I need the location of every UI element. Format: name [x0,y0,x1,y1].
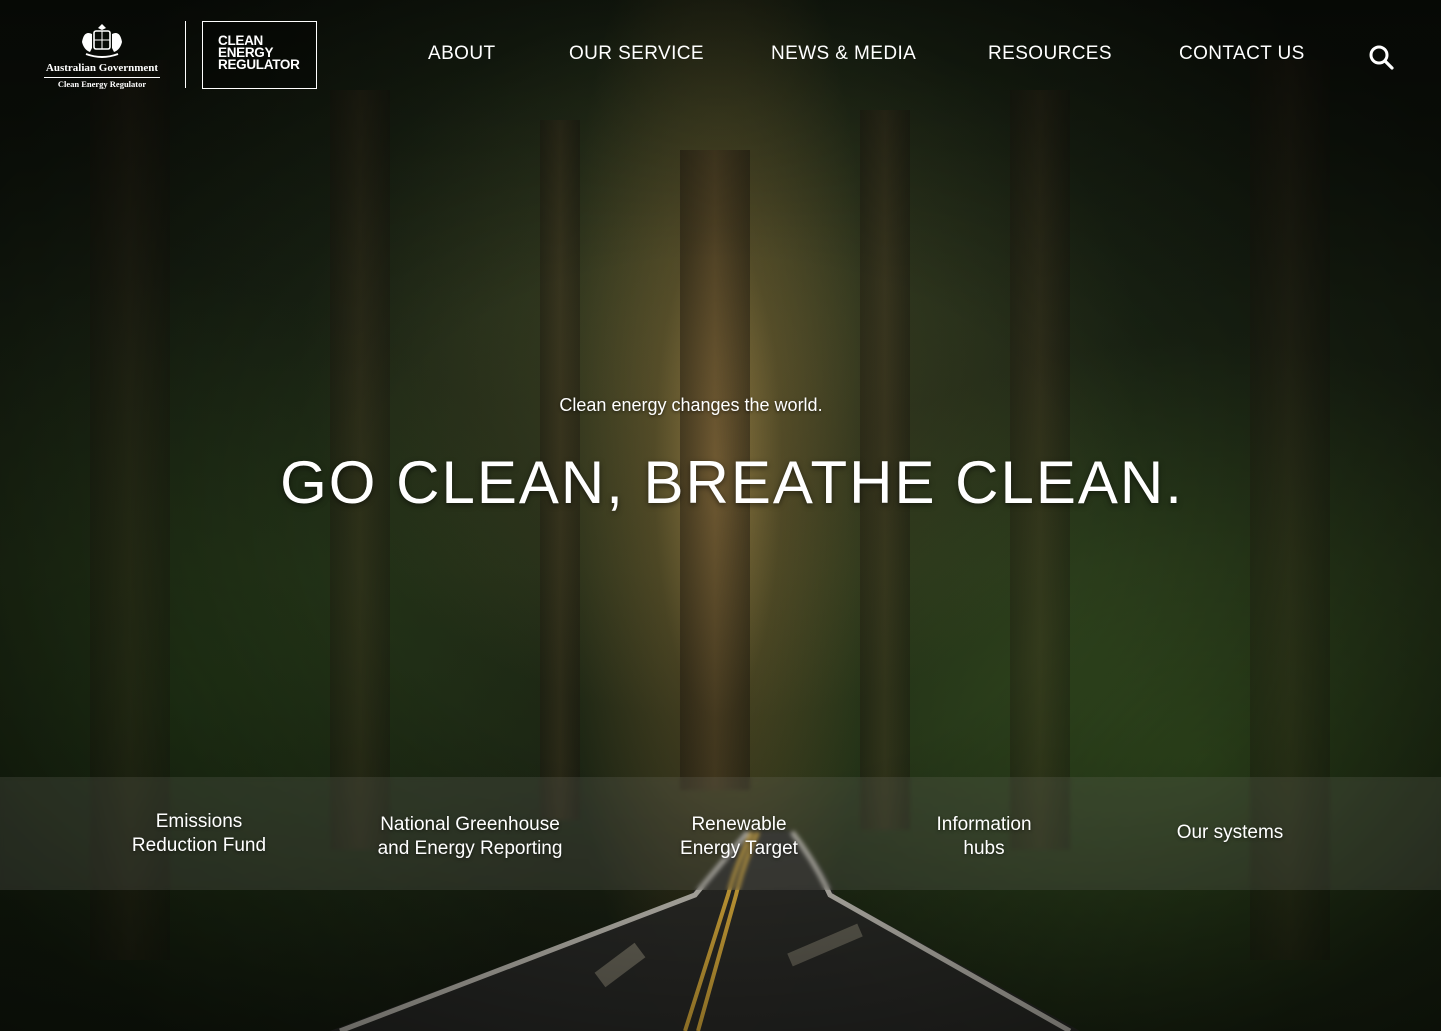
program-link-line1: Renewable [691,813,787,835]
program-link-line2: and Energy Reporting [377,837,563,859]
program-link-line2: hubs [963,837,1005,859]
program-link-line1: National Greenhouse [380,813,560,835]
logo-divider [185,21,186,88]
program-link-our-systems[interactable]: Our systems [1150,776,1310,889]
program-link-information-hubs[interactable]: Information hubs [910,780,1058,893]
program-link-line1: Emissions [155,810,243,832]
program-link-line1: Information [936,813,1032,835]
program-link-national-greenhouse[interactable]: National Greenhouse and Energy Reporting [352,780,588,893]
nav-item-contact-us[interactable]: CONTACT US [1179,43,1305,65]
nav-item-our-service[interactable]: OUR SERVICE [569,43,704,65]
program-link-line1: Our systems [1176,821,1284,843]
cer-logo-line3: REGULATOR [218,57,300,72]
nav-item-about[interactable]: ABOUT [428,43,495,65]
hero-headline: GO CLEAN, BREATHE CLEAN. [280,449,1184,516]
search-icon[interactable] [1368,44,1394,70]
cer-logo-text: CLEAN ENERGY REGULATOR [218,34,313,72]
nav-item-resources[interactable]: RESOURCES [988,43,1112,65]
clean-energy-regulator-logo[interactable]: CLEAN ENERGY REGULATOR [202,21,317,89]
coat-of-arms-icon [82,24,122,58]
program-link-line2: Energy Target [680,837,798,859]
site-header: Australian Government Clean Energy Regul… [0,0,1441,110]
gov-logo-line2: Clean Energy Regulator [57,79,147,89]
hero-section: Australian Government Clean Energy Regul… [0,0,1441,1031]
gov-logo-line1: Australian Government [44,62,160,78]
program-link-emissions-reduction-fund[interactable]: Emissions Reduction Fund [96,777,302,890]
hero-tagline: Clean energy changes the world. [559,395,823,415]
program-link-line2: Reduction Fund [131,834,267,856]
australian-government-logo[interactable]: Australian Government Clean Energy Regul… [44,20,160,90]
nav-item-news-media[interactable]: NEWS & MEDIA [771,43,916,65]
program-link-renewable-energy-target[interactable]: Renewable Energy Target [650,780,828,893]
program-bar: Emissions Reduction Fund National Greenh… [0,777,1441,890]
